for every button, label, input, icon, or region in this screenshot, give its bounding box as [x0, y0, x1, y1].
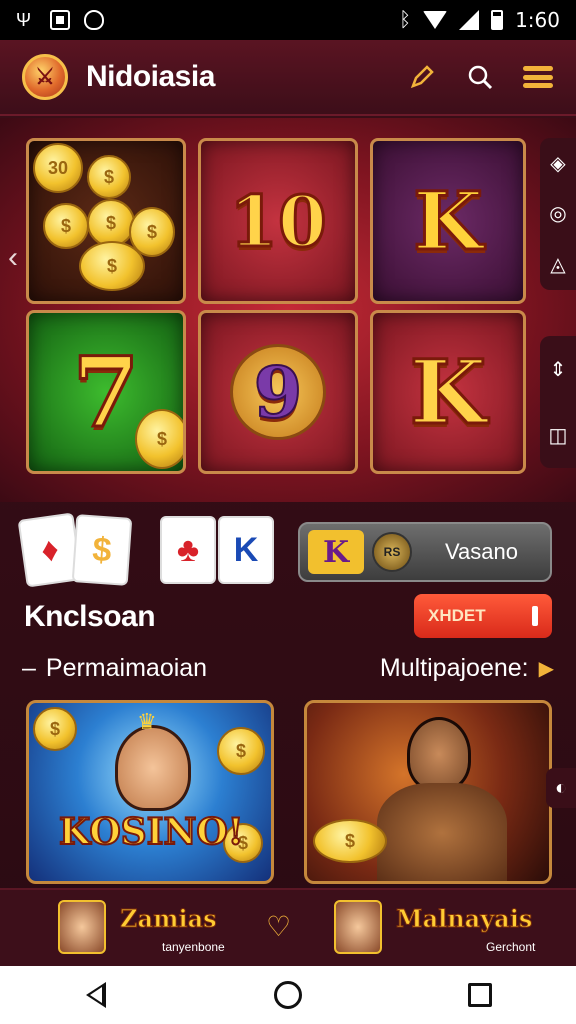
clock: 1:60 — [515, 8, 560, 32]
system-nav-bar — [0, 966, 576, 1024]
vasano-banner[interactable]: K RS Vasano — [298, 522, 552, 582]
slot-grid: 30 $ $ $ $ $ 10 K 7 $ 9 K ◈ ◎ ◬ ⇕ ◫ — [0, 118, 576, 502]
listing-subtitle: Gerchont — [486, 940, 536, 954]
queen-character — [115, 725, 191, 811]
link-left[interactable]: Permaimaoian — [46, 654, 207, 683]
playing-card[interactable]: K — [218, 516, 274, 584]
battery-icon — [491, 10, 504, 30]
slot-tile-9[interactable]: 9 — [198, 310, 358, 474]
playing-card[interactable]: ♣ — [160, 516, 216, 584]
slot-tile-k[interactable]: K — [370, 138, 526, 304]
side-chat-icon[interactable]: ◐ — [546, 768, 576, 808]
game-listing: Zamias tanyenbone ♡ Malnayais Gerchont — [0, 888, 576, 966]
slot-symbol: 9 — [253, 350, 304, 435]
screenshot-icon — [50, 10, 70, 30]
coin-icon: $ — [217, 727, 265, 775]
hero-character — [407, 717, 471, 791]
listing-subtitle: tanyenbone — [162, 940, 225, 954]
status-bar: Ψ ᛒ 1:60 — [0, 0, 576, 40]
k-badge: K — [308, 530, 364, 574]
back-button[interactable] — [68, 973, 124, 1017]
logo-icon[interactable]: ⚔ — [22, 54, 68, 100]
side-icon-e[interactable]: ◫ — [549, 423, 568, 448]
hero-body — [377, 783, 507, 881]
side-icon-d[interactable]: ⇕ — [550, 357, 567, 382]
slot-symbol: 10 — [228, 178, 328, 264]
back-icon — [86, 982, 106, 1008]
side-icon-a[interactable]: ◈ — [550, 151, 565, 176]
sub-links-row: – Permaimaoian Multipajoene: ▶ — [0, 648, 576, 688]
app-screen: Ψ ᛒ 1:60 ⚔ Nidoiasia 30 $ $ $ $ $ 10 K 7… — [0, 0, 576, 1024]
coin-icon: $ — [313, 819, 387, 863]
slot-symbol: K — [412, 173, 485, 270]
coin-icon: $ — [135, 409, 183, 469]
coin-icon: $ — [79, 241, 145, 291]
promo-row: ♦ $ ♣ K K RS Vasano — [0, 502, 576, 600]
cta-icon — [532, 606, 538, 626]
slot-coin-frame: 9 — [230, 344, 326, 440]
side-tab-bottom[interactable]: ⇕ ◫ — [540, 336, 576, 468]
chevron-left-icon[interactable]: ‹ — [2, 238, 24, 278]
heart-icon[interactable]: ♡ — [266, 910, 291, 943]
link-right[interactable]: Multipajoene: — [380, 654, 529, 683]
slot-symbol: K — [408, 339, 488, 446]
slot-tile-coins[interactable]: 30 $ $ $ $ $ — [26, 138, 186, 304]
cta-button[interactable]: XHDET — [414, 594, 552, 638]
slot-tile-k2[interactable]: K — [370, 310, 526, 474]
bluetooth-icon: ᛒ — [399, 8, 412, 31]
game-art-title: KOSINO! — [58, 810, 245, 854]
chip-badge-icon: RS — [372, 532, 412, 572]
coin-icon: 30 — [33, 143, 83, 193]
home-button[interactable] — [260, 973, 316, 1017]
side-icon-b[interactable]: ◎ — [549, 201, 566, 226]
slot-symbol: 7 — [71, 334, 141, 450]
slot-tile-10[interactable]: 10 — [198, 138, 358, 304]
avatar[interactable] — [334, 900, 382, 954]
slot-tile-7[interactable]: 7 $ — [26, 310, 186, 474]
playing-card[interactable]: $ — [71, 514, 133, 586]
home-icon — [274, 981, 302, 1009]
play-icon[interactable]: ▶ — [539, 656, 554, 681]
shield-icon — [84, 10, 104, 30]
recents-button[interactable] — [452, 973, 508, 1017]
wifi-icon — [423, 11, 448, 29]
search-icon[interactable] — [464, 61, 496, 93]
listing-title[interactable]: Malnayais — [395, 904, 532, 934]
game-card-hero[interactable]: $ — [304, 700, 552, 884]
section-title: Knclsoan — [24, 600, 156, 633]
listing-title[interactable]: Zamias — [120, 904, 218, 934]
brand-name: Nidoiasia — [86, 60, 215, 93]
coin-icon: $ — [43, 203, 89, 249]
coin-icon: $ — [87, 199, 135, 247]
side-tab-top[interactable]: ◈ ◎ ◬ — [540, 138, 576, 290]
menu-icon[interactable] — [522, 61, 554, 93]
signal-icon — [459, 10, 480, 30]
cta-label: XHDET — [428, 606, 486, 625]
pencil-icon[interactable] — [406, 61, 438, 93]
side-icon-c[interactable]: ◬ — [550, 252, 565, 277]
game-card-kosino[interactable]: $ $ $ ♛ KOSINO! — [26, 700, 274, 884]
coin-icon: $ — [87, 155, 131, 199]
avatar[interactable] — [58, 900, 106, 954]
dash-icon: – — [22, 653, 36, 682]
recents-icon — [468, 983, 492, 1007]
app-header: ⚔ Nidoiasia — [0, 40, 576, 116]
banner-label: Vasano — [445, 539, 518, 564]
usb-icon: Ψ — [16, 10, 32, 30]
coin-icon: $ — [33, 707, 77, 751]
crown-icon: ♛ — [137, 709, 157, 734]
